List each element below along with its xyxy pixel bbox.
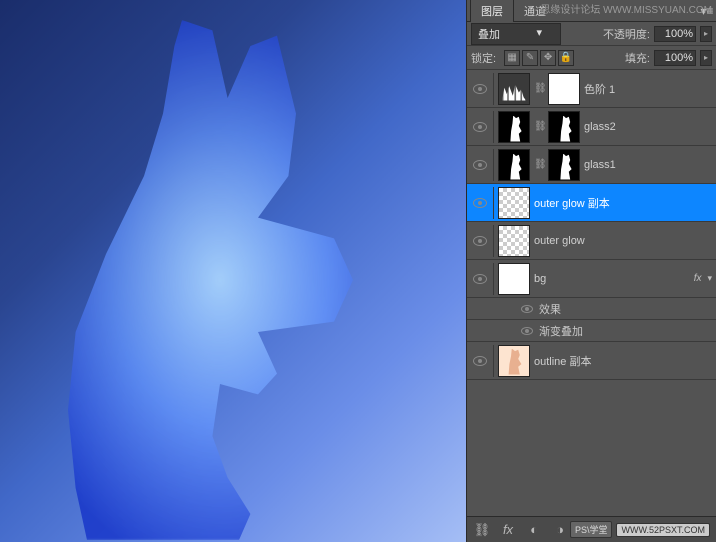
- layer-name-label[interactable]: bg: [534, 273, 690, 285]
- lock-label: 锁定:: [471, 50, 496, 66]
- mask-thumb[interactable]: [548, 149, 580, 181]
- layer-row[interactable]: outline 副本: [467, 342, 716, 380]
- link-layers-icon[interactable]: ⛓: [473, 522, 491, 538]
- fill-label: 填充:: [625, 50, 650, 66]
- lock-icons: ▦ ✎ ✥ 🔒: [504, 50, 574, 66]
- mask-thumb[interactable]: [548, 73, 580, 105]
- watermark-badges: PS\学堂 WWW.52PSXT.COM: [570, 521, 710, 538]
- visibility-eye-icon[interactable]: [473, 122, 487, 132]
- tab-layers[interactable]: 图层: [470, 0, 514, 22]
- layer-name-label[interactable]: glass1: [584, 159, 712, 171]
- lock-transparency-icon[interactable]: ▦: [504, 50, 520, 66]
- layer-thumb[interactable]: [498, 149, 530, 181]
- visibility-eye-icon[interactable]: [473, 274, 487, 284]
- opacity-label: 不透明度:: [603, 26, 650, 42]
- layer-row[interactable]: ⛓ glass2: [467, 108, 716, 146]
- watermark-top: 思缘设计论坛 WWW.MISSYUAN.COM: [540, 1, 712, 16]
- layer-name-label[interactable]: outer glow: [534, 235, 712, 247]
- visibility-eye-icon[interactable]: [473, 356, 487, 366]
- layer-thumb[interactable]: [498, 345, 530, 377]
- artwork-hand: [30, 20, 410, 540]
- opacity-input[interactable]: [654, 26, 696, 42]
- effect-name-label: 渐变叠加: [539, 323, 583, 339]
- layer-row[interactable]: ⛓ 色阶 1: [467, 70, 716, 108]
- visibility-eye-icon[interactable]: [521, 327, 533, 335]
- chevron-down-icon[interactable]: ▾: [707, 273, 712, 284]
- watermark-badge-2: WWW.52PSXT.COM: [616, 523, 710, 537]
- visibility-eye-icon[interactable]: [473, 84, 487, 94]
- lock-image-icon[interactable]: ✎: [522, 50, 538, 66]
- fx-icon[interactable]: fx: [499, 522, 517, 538]
- lock-row: 锁定: ▦ ✎ ✥ 🔒 填充: ▸: [467, 46, 716, 70]
- layer-name-label[interactable]: outline 副本: [534, 353, 712, 369]
- effect-item[interactable]: 渐变叠加: [467, 320, 716, 342]
- layers-panel: 思缘设计论坛 WWW.MISSYUAN.COM 图层 通道 ▾≡ 叠加 ▾ 不透…: [466, 0, 716, 542]
- blend-mode-value: 叠加: [478, 29, 500, 41]
- mask-thumb[interactable]: [548, 111, 580, 143]
- link-icon: ⛓: [534, 121, 544, 132]
- adjustment-thumb[interactable]: [498, 73, 530, 105]
- panel-bottom-bar: ⛓ fx ◐ ◑ PS\学堂 WWW.52PSXT.COM: [467, 516, 716, 542]
- effects-sublayer[interactable]: 效果: [467, 298, 716, 320]
- layer-thumb[interactable]: [498, 187, 530, 219]
- layers-list: ⛓ 色阶 1 ⛓ glass2 ⛓ glass1 outer glow 副本: [467, 70, 716, 380]
- layer-row[interactable]: ⛓ glass1: [467, 146, 716, 184]
- mask-icon[interactable]: ◐: [525, 522, 543, 538]
- fill-input[interactable]: [654, 50, 696, 66]
- visibility-eye-icon[interactable]: [473, 198, 487, 208]
- effects-label: 效果: [539, 301, 561, 317]
- layer-name-label[interactable]: glass2: [584, 121, 712, 133]
- link-icon: ⛓: [534, 159, 544, 170]
- adjustment-icon[interactable]: ◑: [551, 522, 569, 538]
- lock-position-icon[interactable]: ✥: [540, 50, 556, 66]
- opacity-flyout-icon[interactable]: ▸: [700, 26, 712, 42]
- link-icon: ⛓: [534, 83, 544, 94]
- layer-name-label[interactable]: 色阶 1: [584, 81, 712, 97]
- layer-row[interactable]: outer glow: [467, 222, 716, 260]
- layer-row[interactable]: bg fx ▾: [467, 260, 716, 298]
- bottom-icons: ⛓ fx ◐ ◑: [473, 522, 569, 538]
- layer-thumb[interactable]: [498, 263, 530, 295]
- chevron-down-icon: ▾: [536, 26, 542, 39]
- fill-flyout-icon[interactable]: ▸: [700, 50, 712, 66]
- layer-thumb[interactable]: [498, 111, 530, 143]
- visibility-eye-icon[interactable]: [521, 305, 533, 313]
- fx-badge[interactable]: fx: [694, 273, 702, 284]
- blend-mode-select[interactable]: 叠加 ▾: [471, 23, 561, 45]
- blend-row: 叠加 ▾ 不透明度: ▸: [467, 22, 716, 46]
- visibility-eye-icon[interactable]: [473, 160, 487, 170]
- document-canvas[interactable]: [0, 0, 466, 542]
- lock-all-icon[interactable]: 🔒: [558, 50, 574, 66]
- watermark-badge-1: PS\学堂: [570, 521, 613, 538]
- layer-name-label[interactable]: outer glow 副本: [534, 195, 712, 211]
- visibility-eye-icon[interactable]: [473, 236, 487, 246]
- layer-thumb[interactable]: [498, 225, 530, 257]
- layer-row[interactable]: outer glow 副本: [467, 184, 716, 222]
